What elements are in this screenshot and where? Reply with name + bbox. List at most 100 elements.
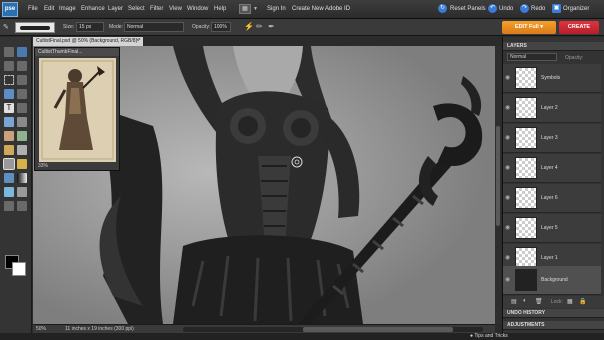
layer-row[interactable]: ◉ Layer 5 [503,214,601,243]
type-tool-icon[interactable]: T [4,103,14,113]
layer-name: Symbols [541,75,561,81]
menu-help[interactable]: Help [214,6,226,12]
layer-thumbnail [515,97,537,119]
pencil-icon[interactable] [17,159,27,169]
undo-history-header[interactable]: UNDO HISTORY [503,309,604,318]
brush-preview[interactable] [15,22,55,33]
eye-icon[interactable]: ◉ [505,104,512,111]
organizer-icon[interactable]: ▣ [552,4,561,13]
vertical-scrollbar[interactable] [495,46,501,324]
menu-filter[interactable]: Filter [150,6,163,12]
blend-mode-select[interactable]: Normal [507,53,557,61]
organizer-button[interactable]: Organizer [563,6,589,12]
menu-image[interactable]: Image [59,6,76,12]
eraser-icon[interactable] [17,145,27,155]
blur-tool-icon[interactable] [17,187,27,197]
opacity-label: Opacity: [192,24,211,30]
horizontal-scrollbar[interactable] [183,327,483,332]
quick-selection-icon[interactable] [4,89,14,99]
vertical-scroll-thumb[interactable] [496,126,500,226]
airbrush-icon[interactable]: ⚡ [244,22,254,31]
menu-enhance[interactable]: Enhance [81,6,105,12]
thumbnail-image [39,58,116,162]
reference-thumbnail-window[interactable]: CultistThumbFinal... 33% [34,47,120,171]
healing-brush-icon[interactable] [17,131,27,141]
zoom-tool-icon[interactable] [17,47,27,57]
redo-button[interactable]: Redo [531,6,545,12]
paint-bucket-icon[interactable] [4,173,14,183]
smudge-icon[interactable] [17,201,27,211]
tips-label: Tips and Tricks [474,333,508,339]
menu-window[interactable]: Window [187,6,208,12]
workspace-icon[interactable]: ▦ [239,4,251,14]
menu-edit[interactable]: Edit [44,6,54,12]
menu-view[interactable]: View [169,6,182,12]
layer-name: Layer 2 [541,105,558,111]
eye-icon[interactable]: ◉ [505,134,512,141]
opacity-field[interactable]: 100% [211,22,231,32]
new-layer-icon[interactable]: ▤ [511,298,517,305]
edit-full-button[interactable]: EDIT Full ▾ [502,21,556,34]
eye-icon[interactable]: ◉ [505,276,512,283]
layer-thumbnail [515,127,537,149]
mode-select[interactable]: Normal [124,22,184,32]
marquee-tool-icon[interactable] [4,75,14,85]
adjustments-header[interactable]: ADJUSTMENTS [503,321,604,330]
layers-panel-header[interactable]: LAYERS [503,42,604,51]
straighten-icon[interactable] [17,117,27,127]
magic-wand-icon[interactable] [17,89,27,99]
layer-row[interactable]: ◉ Layer 4 [503,154,601,183]
lock-label: Lock: [551,299,563,305]
tablet-icon[interactable]: ✏ [256,22,263,31]
close-icon[interactable]: × [136,37,140,46]
size-field[interactable]: 15 px [76,22,104,32]
chevron-down-icon[interactable]: ▼ [253,6,258,12]
adjustment-layer-icon[interactable]: ◐ [523,298,527,304]
brush-options-icon[interactable]: ✒ [268,22,275,31]
layer-row[interactable]: ◉ Layer 6 [503,184,601,213]
menu-file[interactable]: File [28,6,38,12]
clone-stamp-icon[interactable] [4,145,14,155]
reset-panels-button[interactable]: Reset Panels [450,6,486,12]
bottom-bar [0,333,604,340]
sign-in-link[interactable]: Sign In [267,6,286,12]
redo-icon[interactable]: ↷ [520,4,529,13]
background-color-swatch[interactable] [12,262,26,276]
crop-tool-icon[interactable] [17,103,27,113]
create-button[interactable]: CREATE [559,21,599,34]
layer-row[interactable]: ◉ Layer 3 [503,124,601,153]
layer-row[interactable]: ◉ Layer 2 [503,94,601,123]
create-id-link[interactable]: Create New Adobe ID [292,6,350,12]
gradient-icon[interactable] [17,173,27,183]
layer-row-selected[interactable]: ◉ Background [503,266,601,295]
move-tool-icon[interactable] [4,47,14,57]
menu-select[interactable]: Select [128,6,145,12]
eye-icon[interactable]: ◉ [505,254,512,261]
lock-all-icon[interactable]: 🔒 [579,298,586,305]
cookie-cutter-icon[interactable] [4,117,14,127]
eyedropper-icon[interactable] [17,61,27,71]
eye-icon[interactable]: ◉ [505,164,512,171]
menu-layer[interactable]: Layer [108,6,123,12]
reset-panels-icon[interactable]: ↻ [438,4,447,13]
eye-icon[interactable]: ◉ [505,224,512,231]
layer-name: Layer 6 [541,195,558,201]
hand-tool-icon[interactable] [4,61,14,71]
thumbnail-zoom: 33% [38,163,49,169]
lasso-tool-icon[interactable] [17,75,27,85]
brush-tool-icon[interactable]: ✎ [3,23,9,31]
sponge-icon[interactable] [4,201,14,211]
undo-button[interactable]: Undo [499,6,513,12]
document-tab[interactable]: CultistFinal.psd @ 50% (Background, RGB/… [33,37,143,46]
horizontal-scroll-thumb[interactable] [303,327,453,332]
eye-icon[interactable]: ◉ [505,194,512,201]
eye-icon[interactable]: ◉ [505,74,512,81]
shape-tool-icon[interactable] [4,187,14,197]
layer-row[interactable]: ◉ Symbols [503,64,601,93]
tips-and-tricks-link[interactable]: ● Tips and Tricks [470,333,508,340]
undo-icon[interactable]: ↶ [488,4,497,13]
red-eye-icon[interactable] [4,131,14,141]
delete-layer-icon[interactable]: 🗑 [535,298,543,305]
brush-tool-icon-selected[interactable] [3,158,15,170]
lock-transparency-icon[interactable]: ▦ [567,298,573,305]
